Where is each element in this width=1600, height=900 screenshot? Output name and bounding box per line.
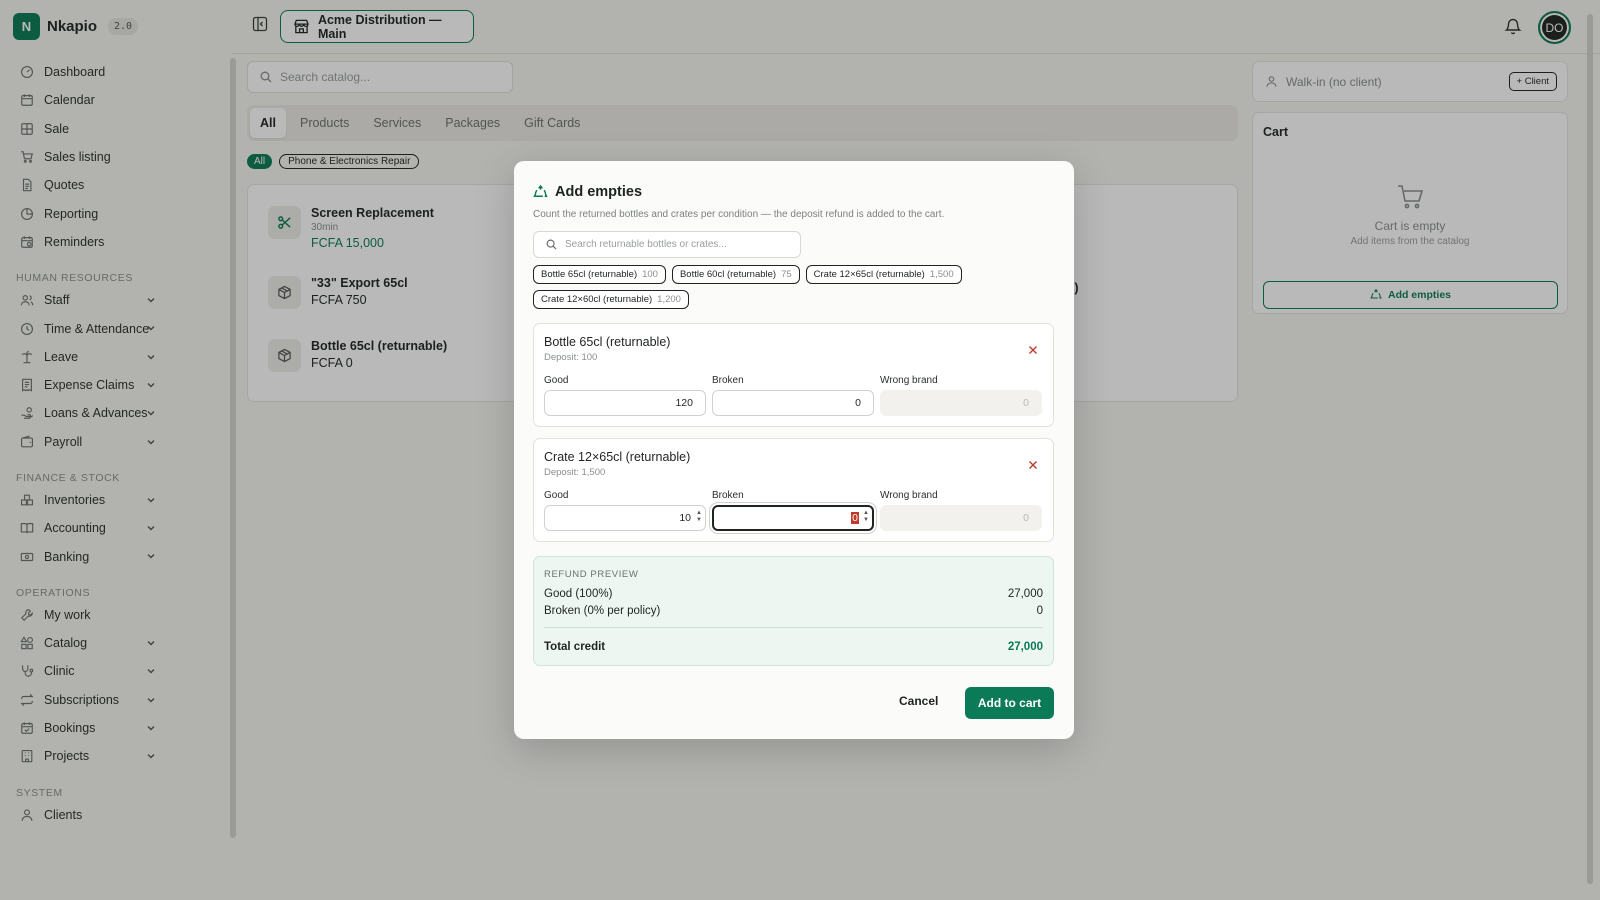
line-item-name: Crate 12×65cl (returnable): [544, 450, 691, 464]
search-icon: [546, 239, 557, 250]
good-label: Good: [544, 490, 569, 501]
returnable-chip-deposit: 1,500: [929, 269, 954, 280]
dialog-description: Count the returned bottles and crates pe…: [533, 209, 945, 220]
remove-line-icon[interactable]: [1027, 459, 1039, 471]
returnable-chip[interactable]: Crate 12×65cl (returnable) 1,500: [805, 265, 962, 284]
add-to-cart-button[interactable]: Add to cart: [965, 687, 1054, 719]
wrong-brand-label: Wrong brand: [880, 375, 938, 386]
wrong-brand-field: Wrong brand 0: [880, 490, 1042, 531]
returnable-chip-name: Crate 12×60cl (returnable): [541, 294, 653, 305]
good-quantity-input[interactable]: 10 ▲ ▼: [544, 505, 706, 531]
returnable-chip-deposit: 75: [781, 269, 792, 280]
refund-preview: REFUND PREVIEW Good (100%) 27,000 Broken…: [533, 556, 1054, 666]
wrong-brand-quantity-input: 0: [880, 505, 1042, 531]
refund-good-label: Good (100%): [544, 588, 613, 600]
wrong-brand-field: Wrong brand 0: [880, 375, 1042, 416]
good-quantity-input[interactable]: 120: [544, 390, 706, 416]
returnable-chips: Bottle 65cl (returnable) 100 Bottle 60cl …: [533, 265, 973, 309]
broken-quantity-value: 0: [851, 512, 859, 524]
returnable-chip[interactable]: Bottle 65cl (returnable) 100: [533, 265, 666, 284]
broken-quantity-input[interactable]: 0 ▲ ▼: [712, 505, 874, 531]
returnable-chip[interactable]: Bottle 60cl (returnable) 75: [671, 265, 800, 284]
good-label: Good: [544, 375, 569, 386]
refund-total-value: 27,000: [1007, 641, 1043, 653]
broken-quantity-input[interactable]: 0: [712, 390, 874, 416]
empties-line-item: Bottle 65cl (returnable) Deposit: 100 Go…: [533, 323, 1054, 427]
refund-divider: [544, 627, 1043, 628]
refund-broken-row: Broken (0% per policy) 0: [544, 605, 1043, 617]
refund-total-label: Total credit: [544, 641, 606, 653]
recycle-icon: [533, 184, 548, 197]
refund-broken-value: 0: [1036, 605, 1043, 617]
good-quantity-value: 10: [679, 512, 691, 524]
line-item-deposit: Deposit: 100: [544, 352, 598, 363]
line-item-deposit: Deposit: 1,500: [544, 467, 606, 478]
refund-broken-label: Broken (0% per policy): [544, 605, 661, 617]
returnable-chip-deposit: 1,200: [657, 294, 681, 305]
broken-label: Broken: [712, 375, 744, 386]
returnables-search-input[interactable]: Search returnable bottles or crates...: [533, 231, 801, 258]
returnable-chip-name: Bottle 60cl (returnable): [679, 269, 777, 280]
stepper-arrows[interactable]: ▲ ▼: [696, 510, 702, 526]
cancel-button[interactable]: Cancel: [899, 694, 938, 708]
returnable-chip-name: Bottle 65cl (returnable): [541, 269, 638, 280]
good-field: Good 10 ▲ ▼: [544, 490, 706, 531]
line-item-name: Bottle 65cl (returnable): [544, 335, 671, 349]
dialog-title-text: Add empties: [555, 184, 643, 200]
wrong-brand-quantity-input: 0: [880, 390, 1042, 416]
refund-good-row: Good (100%) 27,000: [544, 588, 1043, 600]
stepper-arrows[interactable]: ▲ ▼: [863, 510, 869, 526]
add-empties-dialog: Add empties Count the returned bottles a…: [514, 161, 1074, 739]
refund-good-value: 27,000: [1007, 588, 1043, 600]
refund-preview-heading: REFUND PREVIEW: [544, 569, 639, 580]
returnables-search-placeholder: Search returnable bottles or crates...: [565, 239, 727, 250]
empties-line-item: Crate 12×65cl (returnable) Deposit: 1,50…: [533, 438, 1054, 542]
returnable-chip-deposit: 100: [642, 269, 658, 280]
dialog-title: Add empties: [533, 184, 642, 200]
broken-field: Broken 0 ▲ ▼: [712, 490, 874, 531]
remove-line-icon[interactable]: [1027, 344, 1039, 356]
broken-field: Broken 0: [712, 375, 874, 416]
refund-total-row: Total credit 27,000: [544, 641, 1043, 653]
returnable-chip[interactable]: Crate 12×60cl (returnable) 1,200: [533, 290, 689, 309]
good-field: Good 120: [544, 375, 706, 416]
returnable-chip-name: Crate 12×65cl (returnable): [813, 269, 925, 280]
wrong-brand-label: Wrong brand: [880, 490, 938, 501]
broken-label: Broken: [712, 490, 744, 501]
